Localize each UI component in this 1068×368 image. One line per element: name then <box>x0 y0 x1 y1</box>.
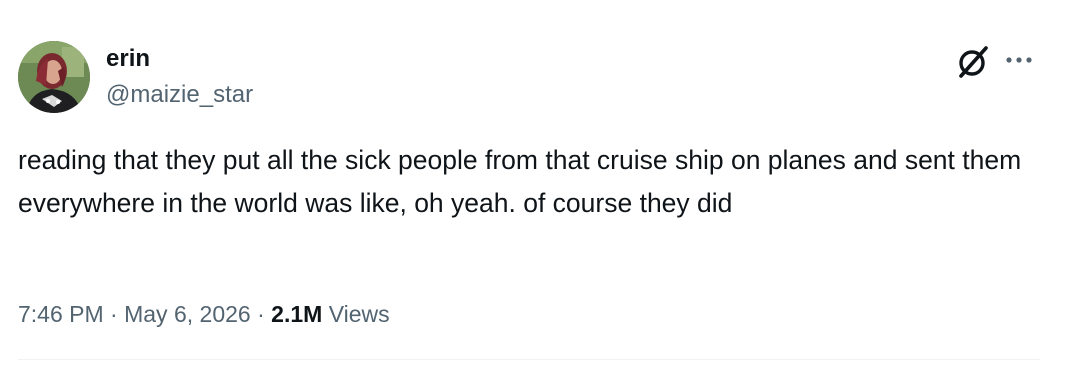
tweet-text: reading that they put all the sick peopl… <box>18 145 1022 218</box>
tweet-date[interactable]: May 6, 2026 <box>124 301 251 327</box>
divider <box>18 359 1040 360</box>
avatar[interactable] <box>18 41 90 113</box>
grok-icon[interactable] <box>953 42 993 82</box>
tweet-meta: 7:46 PM · May 6, 2026 · 2.1M Views <box>18 298 390 330</box>
tweet-time[interactable]: 7:46 PM <box>18 301 104 327</box>
more-horizontal-icon[interactable] <box>1002 48 1038 72</box>
tweet-card: erin @maizie_star reading that they put … <box>0 0 1068 368</box>
meta-separator: · <box>110 301 118 327</box>
user-handle[interactable]: @maizie_star <box>106 80 253 110</box>
avatar-image <box>18 41 90 113</box>
display-name[interactable]: erin <box>106 44 150 74</box>
views-count[interactable]: 2.1M <box>271 301 322 327</box>
views-label[interactable]: Views <box>329 301 390 327</box>
meta-separator: · <box>257 301 265 327</box>
